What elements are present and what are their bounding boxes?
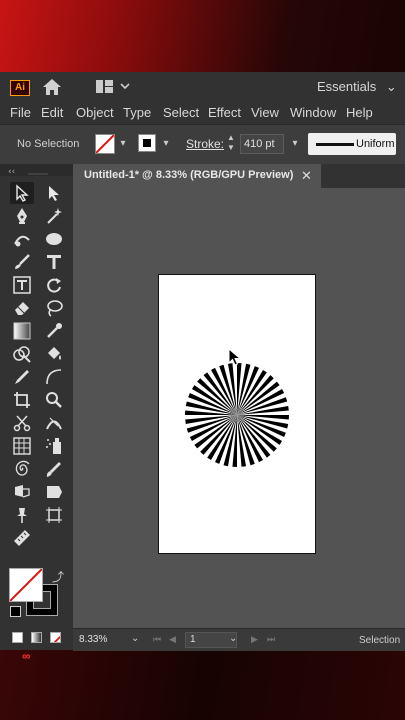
burst-ray (237, 363, 242, 415)
stroke-weight-dropdown-icon[interactable]: ▾ (288, 136, 302, 152)
pencil-tool-icon[interactable] (10, 366, 34, 388)
magic-wand-tool-icon[interactable] (42, 205, 66, 227)
stroke-stepper-icon[interactable]: ▲ ▼ (225, 133, 237, 155)
close-icon[interactable]: ✕ (301, 168, 312, 184)
eraser-tool-icon[interactable] (10, 297, 34, 319)
variable-width-profile[interactable]: Uniform (308, 133, 396, 155)
workspace-label: Essentials (317, 79, 377, 94)
menu-bar: File Edit Object Type Select Effect View… (0, 102, 405, 124)
crop-tool-icon[interactable] (10, 389, 34, 411)
rotate-tool-icon[interactable] (42, 274, 66, 296)
pen-tool-icon[interactable] (10, 205, 34, 227)
menu-file[interactable]: File (10, 105, 31, 120)
free-distort-tool-icon[interactable] (42, 481, 66, 503)
menu-type[interactable]: Type (123, 105, 151, 120)
background-band-top (0, 0, 405, 72)
background-band-bottom (0, 650, 405, 720)
default-fill-stroke-icon[interactable] (10, 606, 21, 617)
perspective-selection-tool-icon[interactable] (10, 481, 34, 503)
next-artboard-icon[interactable]: ▶ (251, 634, 258, 645)
zoom-dropdown-chevron-icon[interactable]: ⌄ (131, 633, 139, 644)
last-artboard-icon[interactable]: ⏭ (267, 634, 275, 645)
document-tab-title: Untitled-1* @ 8.33% (RGB/GPU Preview) (84, 169, 294, 181)
selection-tool-icon[interactable] (10, 182, 34, 204)
document-tab[interactable]: Untitled-1* @ 8.33% (RGB/GPU Preview) ✕ (73, 164, 321, 188)
canvas-area[interactable] (73, 188, 405, 628)
puppet-warp-tool-icon[interactable] (10, 504, 34, 526)
illustrator-window: Ai Essentials ⌄ File Edit Object Type Se… (0, 72, 405, 663)
menu-view[interactable]: View (251, 105, 279, 120)
previous-artboard-icon[interactable]: ◀ (169, 634, 176, 645)
stroke-dropdown-chevron-icon[interactable]: ▾ (159, 136, 173, 152)
zoom-tool-icon[interactable] (42, 389, 66, 411)
fill-swatch[interactable] (95, 134, 115, 154)
menu-window[interactable]: Window (290, 105, 336, 120)
home-icon[interactable] (42, 78, 62, 96)
menu-edit[interactable]: Edit (41, 105, 63, 120)
profile-line-icon (316, 143, 354, 146)
burst-ray (185, 410, 237, 415)
artboard-dropdown-chevron-icon[interactable]: ⌄ (229, 633, 237, 644)
status-bar: 8.33% ⌄ ⏮ ◀ 1 ⌄ ▶ ⏭ Selection (73, 628, 405, 651)
burst-ray (232, 415, 237, 467)
menu-select[interactable]: Select (163, 105, 199, 120)
graph-tool-icon[interactable] (10, 435, 34, 457)
menu-help[interactable]: Help (346, 105, 373, 120)
stroke-label[interactable]: Stroke: (186, 137, 224, 151)
title-bar: Ai Essentials ⌄ (0, 72, 405, 102)
none-mode-icon[interactable] (50, 632, 61, 643)
spiral-tool-icon[interactable] (10, 458, 34, 480)
control-bar: No Selection ▾ ▾ Stroke: ▲ ▼ 410 pt ▾ Uni… (0, 124, 405, 166)
width-tool-icon[interactable] (42, 412, 66, 434)
paintbrush-tool-icon[interactable] (10, 251, 34, 273)
scissors-tool-icon[interactable] (10, 412, 34, 434)
document-tab-bar: Untitled-1* @ 8.33% (RGB/GPU Preview) ✕ (73, 164, 405, 188)
burst-ray (237, 415, 289, 420)
type-tool-icon[interactable] (42, 251, 66, 273)
current-tool-label: Selection (359, 635, 401, 646)
live-paint-bucket-tool-icon[interactable] (42, 343, 66, 365)
first-artboard-icon[interactable]: ⏮ (153, 634, 161, 645)
color-mode-icon[interactable] (12, 632, 23, 643)
app-logo: Ai (10, 80, 30, 96)
menu-effect[interactable]: Effect (208, 105, 241, 120)
stroke-swatch[interactable] (138, 134, 156, 152)
curvature-tool-icon[interactable] (10, 228, 34, 250)
arrange-documents-icon[interactable] (96, 80, 130, 94)
profile-label: Uniform (356, 138, 395, 150)
direct-selection-tool-icon[interactable] (42, 182, 66, 204)
workspace-switcher[interactable]: Essentials ⌄ (317, 79, 397, 95)
swap-fill-stroke-icon[interactable]: ⤴ (52, 568, 64, 585)
tools-panel: ‹‹ ⤴ (0, 164, 73, 650)
infinity-glyph: ∞ (22, 649, 31, 663)
fill-dropdown-chevron-icon[interactable]: ▾ (116, 136, 130, 152)
stroke-weight-input[interactable]: 410 pt (240, 134, 284, 154)
menu-object[interactable]: Object (76, 105, 114, 120)
arc-tool-icon[interactable] (42, 366, 66, 388)
artboard-tool-icon[interactable] (42, 504, 66, 526)
gradient-mode-icon[interactable] (31, 632, 42, 643)
svg-text:‹‹: ‹‹ (8, 167, 15, 177)
shape-builder-tool-icon[interactable] (10, 343, 34, 365)
symbol-sprayer-tool-icon[interactable] (42, 435, 66, 457)
blob-brush-tool-icon[interactable] (42, 458, 66, 480)
starburst-artwork[interactable] (184, 362, 290, 468)
fill-color-box[interactable] (9, 568, 43, 602)
eyedropper-tool-icon[interactable] (42, 320, 66, 342)
gradient-tool-icon[interactable] (10, 320, 34, 342)
ellipse-tool-icon[interactable] (42, 228, 66, 250)
touch-type-tool-icon[interactable] (10, 274, 34, 296)
lasso-tool-icon[interactable] (42, 297, 66, 319)
chevron-down-icon: ⌄ (385, 79, 397, 94)
tools-panel-header[interactable]: ‹‹ (0, 164, 73, 177)
mouse-cursor-icon (228, 348, 242, 366)
measure-tool-icon[interactable] (10, 527, 34, 549)
zoom-level-field[interactable]: 8.33% (79, 634, 107, 645)
selection-state-label: No Selection (17, 138, 80, 150)
